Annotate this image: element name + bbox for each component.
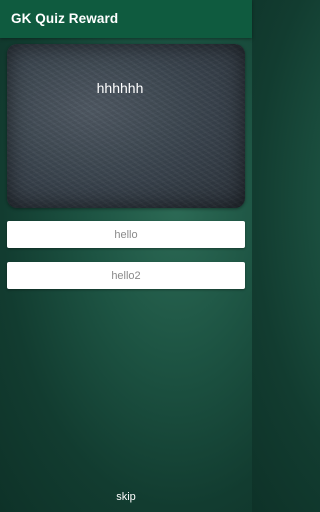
answer-option-1[interactable]: hello bbox=[7, 221, 245, 248]
answer-option-label: hello2 bbox=[111, 269, 141, 282]
question-text: hhhhhh bbox=[96, 80, 144, 96]
app-title: GK Quiz Reward bbox=[11, 11, 119, 26]
answer-option-label: hello bbox=[114, 228, 138, 241]
skip-button[interactable]: skip bbox=[0, 491, 252, 503]
answer-option-2[interactable]: hello2 bbox=[7, 262, 245, 289]
app-bar: GK Quiz Reward bbox=[0, 0, 252, 38]
question-card: hhhhhh bbox=[7, 44, 245, 208]
